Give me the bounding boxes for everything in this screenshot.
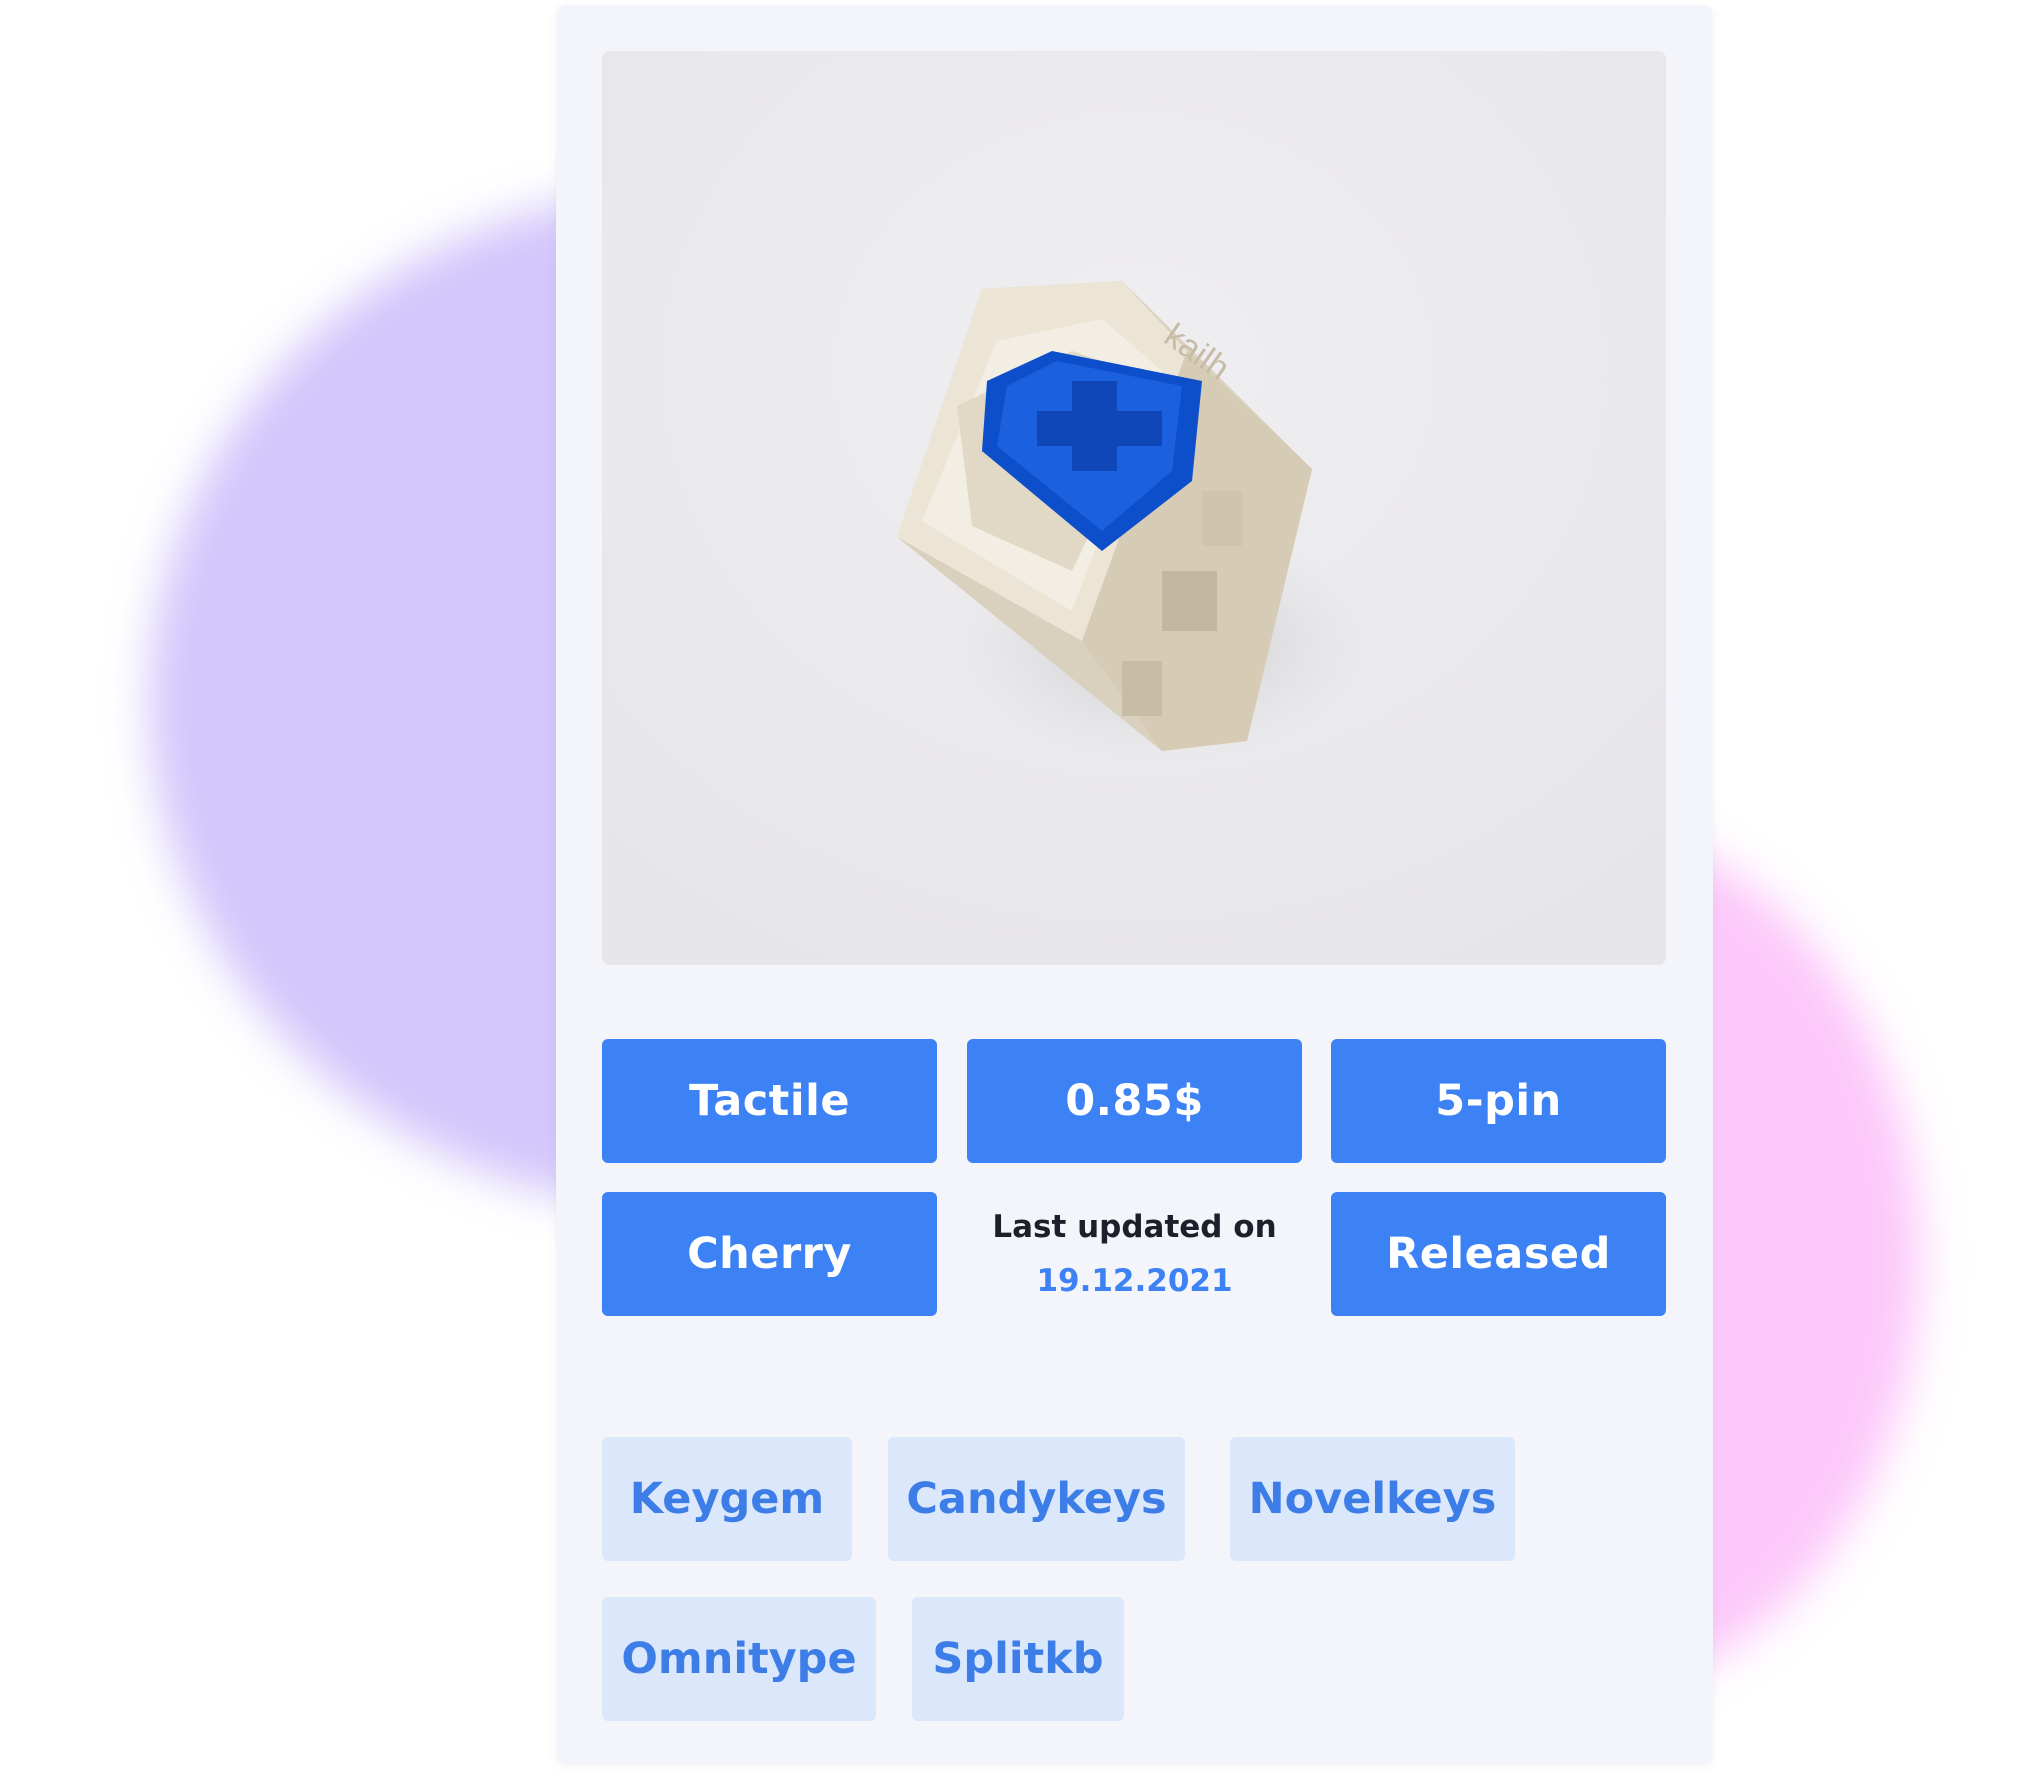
spec-type-button[interactable]: Tactile [602,1039,937,1163]
last-updated: Last updated on 19.12.2021 [967,1192,1302,1316]
vendor-tag-splitkb[interactable]: Splitkb [912,1597,1124,1721]
vendor-tag-candykeys[interactable]: Candykeys [888,1437,1185,1561]
spec-stem-button[interactable]: Cherry [602,1192,937,1316]
vendor-tag-novelkeys[interactable]: Novelkeys [1230,1437,1515,1561]
spec-pins-button[interactable]: 5-pin [1331,1039,1666,1163]
vendor-tag-keygem[interactable]: Keygem [602,1437,852,1561]
spec-status-button[interactable]: Released [1331,1192,1666,1316]
vendor-tag-omnitype[interactable]: Omnitype [602,1597,876,1721]
spec-price-button[interactable]: 0.85$ [967,1039,1302,1163]
product-image: kailh [602,51,1666,965]
last-updated-date: 19.12.2021 [1036,1263,1233,1299]
switch-photo: kailh [602,51,1666,965]
switch-card: kailh Tactile 0.85$ 5-pin Cherry Last up… [556,5,1713,1765]
last-updated-label: Last updated on [992,1209,1277,1245]
